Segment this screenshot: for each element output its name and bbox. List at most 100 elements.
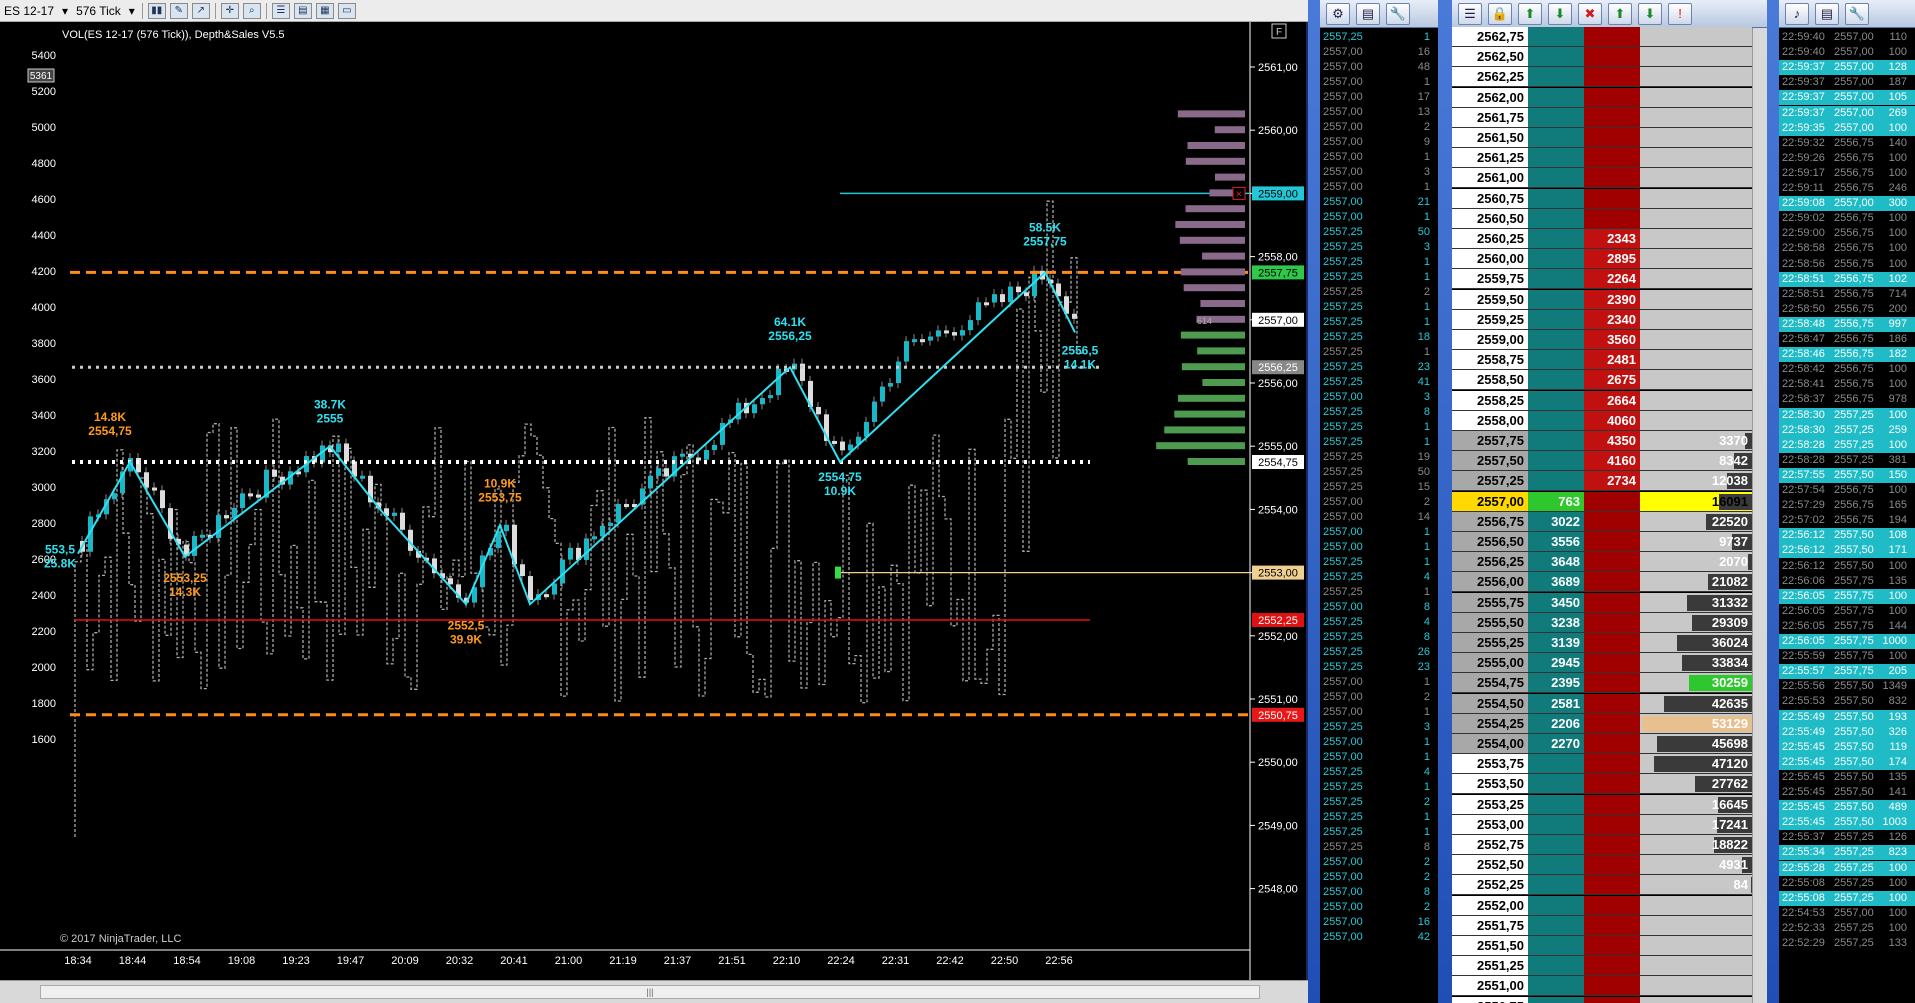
dom-row[interactable]: 2562,75: [1452, 27, 1752, 47]
dom-price-cell[interactable]: 2560,50: [1452, 208, 1528, 229]
crosshair-icon[interactable]: ✛: [220, 2, 239, 19]
sound-icon[interactable]: ♪: [1785, 2, 1809, 25]
dom-ask-cell[interactable]: [1584, 794, 1640, 815]
dom-ask-cell[interactable]: [1584, 915, 1640, 936]
dom-bid-cell[interactable]: 2270: [1528, 734, 1584, 754]
dom-bid-cell[interactable]: [1528, 107, 1584, 128]
wrench-icon[interactable]: 🔧: [1386, 2, 1410, 25]
dom-volume-cell[interactable]: 36024: [1640, 633, 1752, 653]
dom-row[interactable]: 2551,75: [1452, 915, 1752, 936]
dom-price-cell[interactable]: 2558,50: [1452, 370, 1528, 391]
dom-ask-cell[interactable]: [1584, 774, 1640, 795]
dom-row[interactable]: 2556,50 3556 9737: [1452, 532, 1752, 552]
dom-bid-cell[interactable]: [1528, 451, 1584, 472]
dom-ask-cell[interactable]: 2734: [1584, 471, 1640, 492]
dom-volume-cell[interactable]: [1640, 309, 1752, 330]
dom-ask-cell[interactable]: [1584, 633, 1640, 653]
dom-row[interactable]: 2552,50 4931: [1452, 855, 1752, 876]
dom-row[interactable]: 2554,50 2581 42635: [1452, 693, 1752, 714]
dom-bid-cell[interactable]: [1528, 936, 1584, 956]
dom-ask-cell[interactable]: 2895: [1584, 249, 1640, 270]
dom-price-cell[interactable]: 2562,25: [1452, 67, 1528, 88]
bar-type-icon[interactable]: ▮▮: [147, 2, 166, 19]
dom-price-cell[interactable]: 2557,50: [1452, 451, 1528, 472]
dom-price-cell[interactable]: 2559,00: [1452, 330, 1528, 350]
dom-row[interactable]: 2560,25 2343: [1452, 229, 1752, 249]
dom-bid-cell[interactable]: [1528, 67, 1584, 88]
dom-bid-cell[interactable]: [1528, 431, 1584, 451]
dom-volume-cell[interactable]: [1640, 350, 1752, 371]
dom-bid-cell[interactable]: 2206: [1528, 713, 1584, 734]
dom-price-cell[interactable]: 2554,75: [1452, 673, 1528, 694]
dom-bid-cell[interactable]: [1528, 875, 1584, 896]
dom-bid-cell[interactable]: [1528, 309, 1584, 330]
dom-volume-cell[interactable]: 21082: [1640, 572, 1752, 593]
data-box-icon[interactable]: ▤: [293, 2, 312, 19]
lock-icon[interactable]: 🔒: [1488, 2, 1512, 25]
dom-price-cell[interactable]: 2552,25: [1452, 875, 1528, 896]
dom-bid-cell[interactable]: 3238: [1528, 612, 1584, 633]
dom-row[interactable]: 2550,75: [1452, 996, 1752, 1003]
dom-price-cell[interactable]: 2562,00: [1452, 87, 1528, 108]
dom-bid-cell[interactable]: [1528, 754, 1584, 775]
dom-ask-cell[interactable]: [1584, 814, 1640, 835]
dom-ask-cell[interactable]: [1584, 936, 1640, 956]
dom-row[interactable]: 2556,25 3648 2070: [1452, 552, 1752, 573]
dom-volume-cell[interactable]: 3370: [1640, 431, 1752, 451]
dom-price-cell[interactable]: 2553,00: [1452, 814, 1528, 835]
dom-volume-cell[interactable]: [1640, 936, 1752, 956]
dom-bid-cell[interactable]: [1528, 370, 1584, 391]
dom-price-cell[interactable]: 2551,75: [1452, 915, 1528, 936]
dom-price-cell[interactable]: 2559,50: [1452, 289, 1528, 310]
dom-ask-cell[interactable]: 2675: [1584, 370, 1640, 391]
dom-price-cell[interactable]: 2551,25: [1452, 956, 1528, 977]
dom-bid-cell[interactable]: 2581: [1528, 693, 1584, 714]
dom-row[interactable]: 2552,75 18822: [1452, 835, 1752, 855]
dom-row[interactable]: 2559,50 2390: [1452, 289, 1752, 310]
dom-price-cell[interactable]: 2554,00: [1452, 734, 1528, 754]
dom-volume-cell[interactable]: [1640, 976, 1752, 997]
clear-icon[interactable]: ✖: [1578, 2, 1602, 25]
instrument-dropdown-icon[interactable]: ▾: [58, 4, 72, 18]
dom-volume-cell[interactable]: [1640, 956, 1752, 977]
dom-row[interactable]: 2558,75 2481: [1452, 350, 1752, 371]
dom-price-cell[interactable]: 2561,25: [1452, 148, 1528, 169]
dom-row[interactable]: 2560,00 2895: [1452, 249, 1752, 270]
dom-bid-cell[interactable]: [1528, 330, 1584, 350]
dom-ask-cell[interactable]: 3560: [1584, 330, 1640, 350]
dom-volume-cell[interactable]: 16091: [1640, 491, 1752, 512]
scrollbar-thumb[interactable]: |||: [40, 985, 1260, 999]
indicator-icon[interactable]: ↗: [191, 2, 210, 19]
dom-price-cell[interactable]: 2550,75: [1452, 996, 1528, 1003]
dom-row[interactable]: 2551,00: [1452, 976, 1752, 997]
dom-price-cell[interactable]: 2556,50: [1452, 532, 1528, 552]
dom-volume-cell[interactable]: [1640, 370, 1752, 391]
dom-volume-cell[interactable]: [1640, 67, 1752, 88]
dom-bid-cell[interactable]: [1528, 269, 1584, 290]
dom-volume-cell[interactable]: [1640, 208, 1752, 229]
dom-row[interactable]: 2553,50 27762: [1452, 774, 1752, 795]
dom-row[interactable]: 2557,00 763 16091: [1452, 491, 1752, 512]
dom-row[interactable]: 2561,25: [1452, 148, 1752, 169]
price-chart[interactable]: VOL(ES 12-17 (576 Tick)), Depth&Sales V5…: [0, 22, 1308, 980]
dom-volume-cell[interactable]: 4931: [1640, 855, 1752, 876]
dom-price-cell[interactable]: 2554,25: [1452, 713, 1528, 734]
dom-bid-cell[interactable]: 3648: [1528, 552, 1584, 573]
dom-bid-cell[interactable]: [1528, 148, 1584, 169]
dom-ask-cell[interactable]: [1584, 693, 1640, 714]
dom-volume-cell[interactable]: 47120: [1640, 754, 1752, 775]
dom-bid-cell[interactable]: [1528, 390, 1584, 411]
dom-row[interactable]: 2562,25: [1452, 67, 1752, 88]
dom-bid-cell[interactable]: [1528, 47, 1584, 68]
dom-volume-cell[interactable]: [1640, 87, 1752, 108]
dom-ask-cell[interactable]: 4160: [1584, 451, 1640, 472]
dom-ask-cell[interactable]: 4350: [1584, 431, 1640, 451]
dom-bid-cell[interactable]: [1528, 249, 1584, 270]
dom-row[interactable]: 2552,25 84: [1452, 875, 1752, 896]
dom-volume-cell[interactable]: 17241: [1640, 814, 1752, 835]
dom-ask-cell[interactable]: [1584, 128, 1640, 148]
dom-price-cell[interactable]: 2557,00: [1452, 491, 1528, 512]
dom-price-cell[interactable]: 2560,25: [1452, 229, 1528, 249]
dom-bid-cell[interactable]: 3450: [1528, 592, 1584, 613]
dom-bid-cell[interactable]: [1528, 87, 1584, 108]
